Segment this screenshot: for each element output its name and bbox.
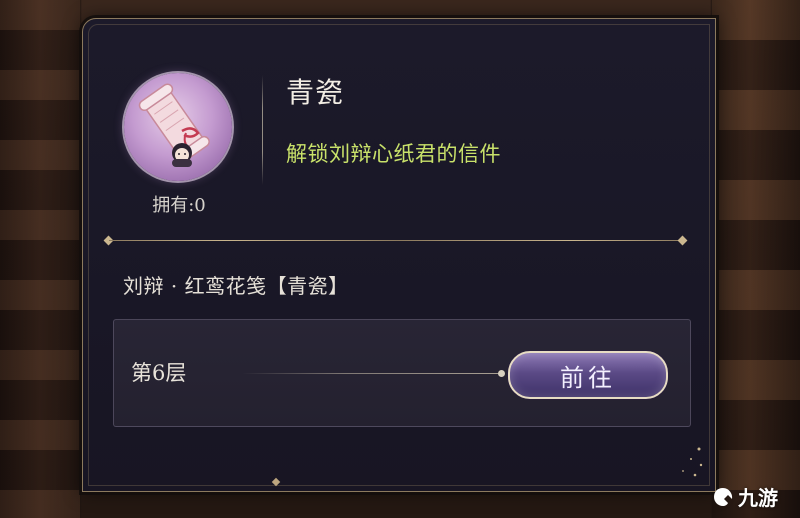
owned-count: 拥有:0 (152, 195, 206, 216)
scroll-letter-icon (138, 83, 210, 167)
horizontal-divider (109, 240, 687, 241)
watermark-text: 九游 (738, 486, 778, 510)
item-description: 解锁刘辩心纸君的信件 (286, 142, 501, 166)
item-name: 青瓷 (286, 76, 345, 109)
level-text: 第6层 (131, 361, 187, 385)
source-label: 刘辩 · 红鸾花笺【青瓷】 (123, 274, 349, 298)
row-connector-line (242, 373, 500, 374)
bottom-diamond-ornament (271, 477, 281, 487)
watermark: 九游 (712, 482, 778, 511)
vertical-divider (262, 75, 263, 185)
goto-button[interactable]: 前往 (508, 351, 668, 399)
item-detail-panel: 拥有:0 青瓷 解锁刘辩心纸君的信件 刘辩 · 红鸾花笺【青瓷】 第6层 前往 (82, 18, 716, 492)
item-icon (124, 73, 232, 181)
row-connector-dot (498, 370, 505, 377)
jiuyou-logo-icon (714, 487, 733, 506)
divider-right-diamond (677, 235, 688, 246)
corner-sparkle-decoration (682, 447, 703, 477)
source-row: 第6层 前往 (113, 319, 691, 427)
